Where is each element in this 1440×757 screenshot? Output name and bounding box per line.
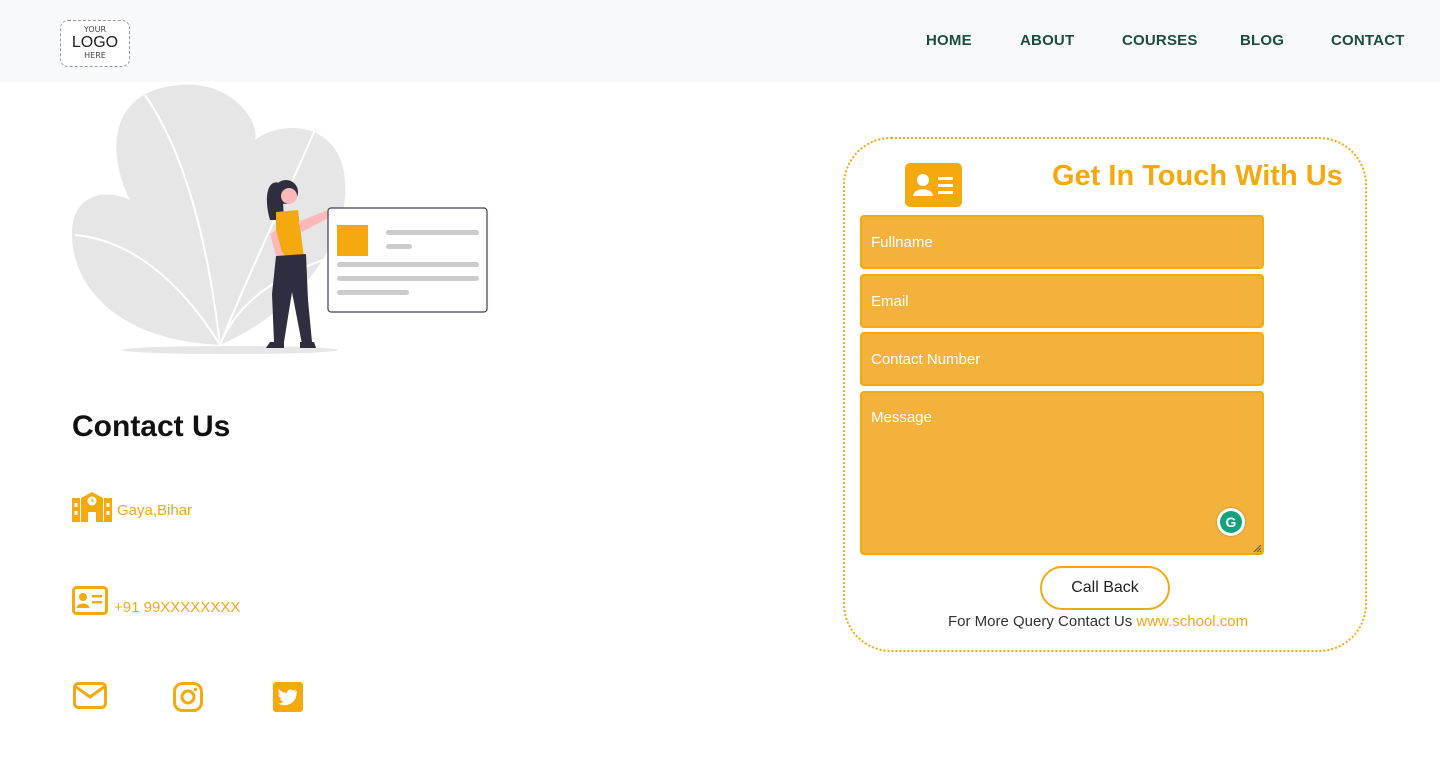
phone-text: +91 99XXXXXXXX [114, 598, 241, 616]
grammarly-icon[interactable]: G [1217, 508, 1245, 536]
instagram-icon[interactable] [173, 682, 203, 712]
nav-blog[interactable]: BLOG [1240, 32, 1284, 49]
contact-card-icon [905, 163, 962, 207]
fullname-field[interactable] [860, 215, 1264, 269]
form-title: Get In Touch With Us [1052, 160, 1343, 192]
mail-icon[interactable] [73, 682, 107, 710]
twitter-icon[interactable] [273, 682, 303, 712]
nav-about[interactable]: ABOUT [1020, 32, 1074, 49]
address-text: Gaya,Bihar [117, 501, 193, 519]
message-field[interactable] [860, 391, 1264, 555]
logo-line-3: HERE [84, 51, 106, 60]
site-header: YOUR LOGO HERE HOME ABOUT COURSES BLOG C… [0, 0, 1440, 82]
contact-illustration [71, 84, 488, 354]
website-link[interactable]: www.school.com [1136, 613, 1248, 630]
query-text: For More Query Contact Us [948, 613, 1133, 630]
contact-title: Contact Us [72, 410, 231, 443]
query-footer: For More Query Contact Us www.school.com [948, 613, 1248, 630]
call-back-button[interactable]: Call Back [1040, 566, 1170, 610]
phone-row: +91 99XXXXXXXX [72, 586, 240, 616]
contact-card-graphic [327, 207, 488, 313]
nav-courses[interactable]: COURSES [1122, 32, 1198, 49]
contact-number-field[interactable] [860, 332, 1264, 386]
id-card-icon [72, 586, 108, 615]
address-row: Gaya,Bihar [72, 490, 192, 522]
nav-contact[interactable]: CONTACT [1331, 32, 1405, 49]
resize-handle-icon[interactable] [1252, 543, 1262, 553]
school-icon [72, 492, 112, 522]
main-nav: HOME ABOUT COURSES BLOG CONTACT [0, 32, 1440, 52]
email-field[interactable] [860, 274, 1264, 328]
nav-home[interactable]: HOME [926, 32, 972, 49]
